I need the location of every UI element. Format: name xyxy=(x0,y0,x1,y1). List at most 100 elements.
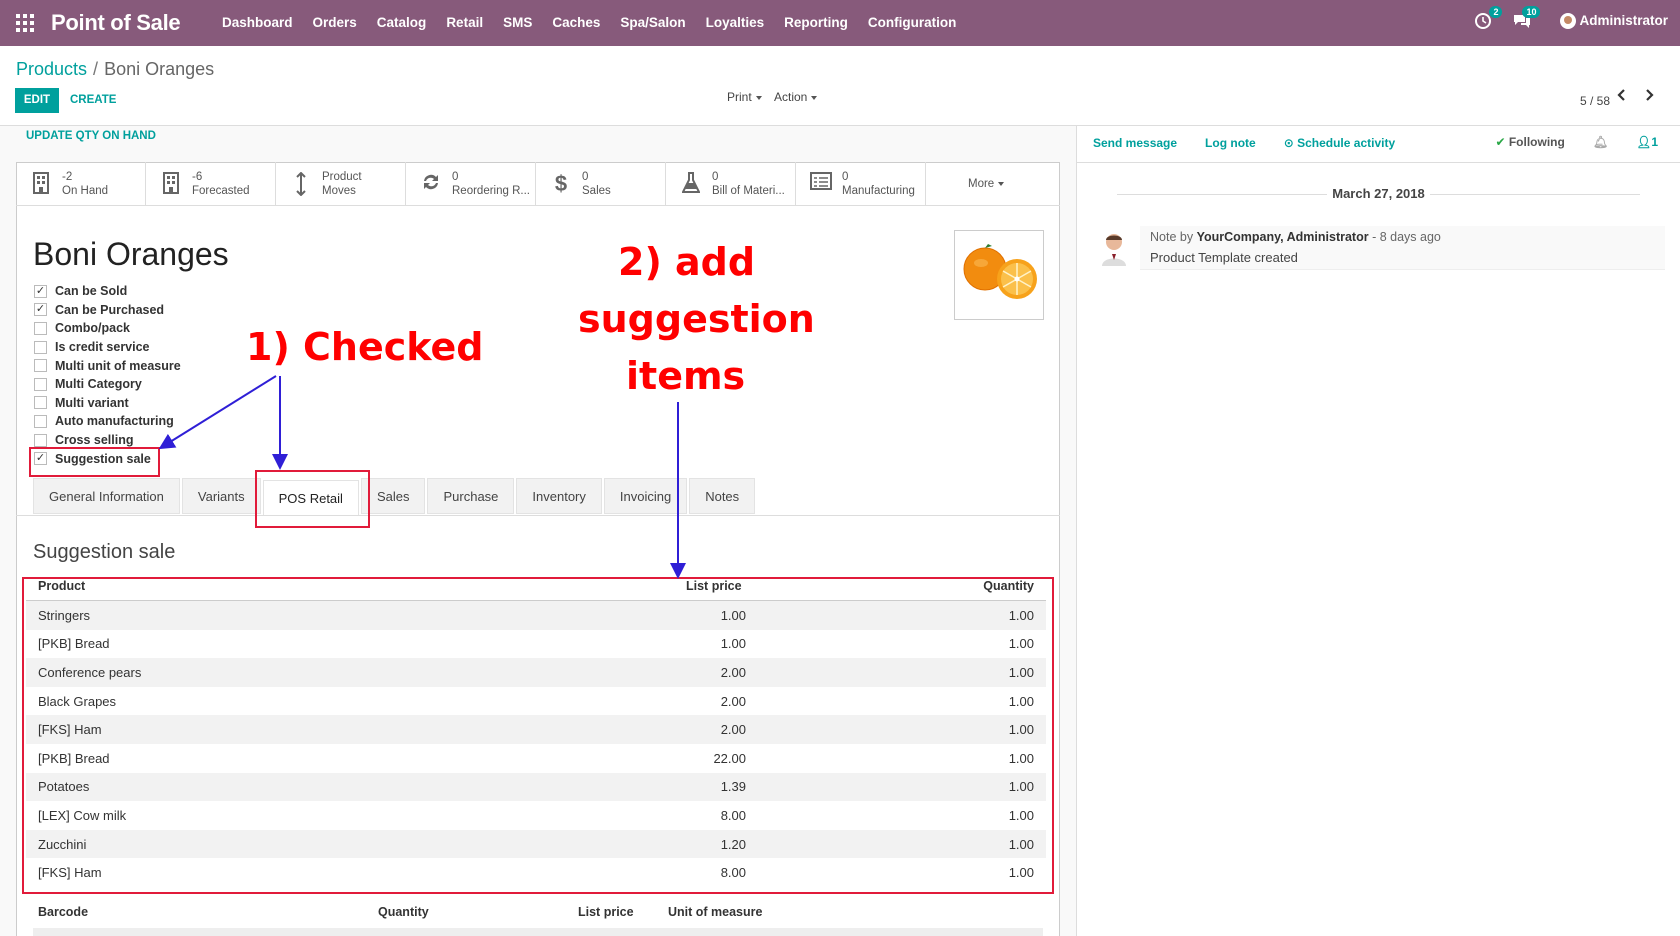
followers-button[interactable]: 👤︎1 xyxy=(1636,135,1658,149)
pager-value[interactable]: 5 / 58 xyxy=(1580,94,1610,108)
main-menu: Dashboard Orders Catalog Retail SMS Cach… xyxy=(222,15,976,30)
smart-button-product-moves[interactable]: Product Moves xyxy=(276,162,406,206)
header-bc-list-price[interactable]: List price xyxy=(578,905,648,919)
product-moves-line1: Product xyxy=(322,171,362,183)
smart-button-forecasted[interactable]: -6 Forecasted xyxy=(146,162,276,206)
smart-button-sales[interactable]: $ 0 Sales xyxy=(536,162,666,206)
dollar-icon: $ xyxy=(554,171,568,196)
smart-button-on-hand[interactable]: -2 On Hand xyxy=(16,162,146,206)
tab-invoicing[interactable]: Invoicing xyxy=(603,478,688,514)
menu-orders[interactable]: Orders xyxy=(313,15,357,30)
smart-buttons: -2 On Hand -6 Forecasted Product Moves 0 Reo… xyxy=(16,162,1060,206)
tab-inventory[interactable]: Inventory xyxy=(516,478,602,514)
checkbox-multi-category[interactable] xyxy=(34,377,47,391)
tab-purchase[interactable]: Purchase xyxy=(427,478,515,514)
flag-auto-manufacturing: Auto manufacturing xyxy=(34,412,181,431)
smart-button-more[interactable]: More xyxy=(926,162,1056,206)
send-message-button[interactable]: Send message xyxy=(1093,136,1177,150)
header-unit-of-measure[interactable]: Unit of measure xyxy=(648,905,848,919)
bell-icon[interactable]: 🔔︎ xyxy=(1593,135,1608,149)
pager-next-icon[interactable] xyxy=(1643,88,1655,106)
checkbox-combo-pack[interactable] xyxy=(34,321,47,335)
breadcrumb-separator: / xyxy=(93,59,99,79)
flag-can-be-sold: ✓ Can be Sold xyxy=(34,282,181,301)
user-icon: 👤︎ xyxy=(1636,135,1652,149)
edit-button[interactable]: EDIT xyxy=(15,88,59,113)
highlight-suggestion-sale xyxy=(29,447,160,477)
product-name[interactable]: Boni Oranges xyxy=(33,236,229,273)
activity-clock-icon[interactable]: 2 xyxy=(1474,6,1503,30)
pager-previous-icon[interactable] xyxy=(1616,88,1628,106)
reordering-label: Reordering R... xyxy=(452,185,530,197)
message-avatar[interactable] xyxy=(1099,230,1129,266)
product-image[interactable] xyxy=(954,230,1044,320)
tab-general-information[interactable]: General Information xyxy=(33,478,180,514)
flag-label: Multi variant xyxy=(55,395,129,410)
more-label: More xyxy=(968,178,995,190)
breadcrumb-current: Boni Oranges xyxy=(104,59,215,79)
menu-retail[interactable]: Retail xyxy=(446,15,483,30)
header-barcode[interactable]: Barcode xyxy=(33,905,378,919)
menu-loyalties[interactable]: Loyalties xyxy=(706,15,765,30)
tab-notes[interactable]: Notes xyxy=(689,478,756,514)
messages-comments-icon[interactable]: 10 xyxy=(1512,6,1541,30)
orange-image xyxy=(963,244,1037,299)
sales-value: 0 xyxy=(582,171,589,183)
user-name: Administrator xyxy=(1579,12,1668,28)
smart-button-bom[interactable]: 0 Bill of Materi... xyxy=(666,162,796,206)
menu-dashboard[interactable]: Dashboard xyxy=(222,15,293,30)
create-button[interactable]: CREATE xyxy=(70,88,116,113)
flag-label: Auto manufacturing xyxy=(55,414,174,429)
caret-down-icon xyxy=(811,95,818,100)
product-flags: ✓ Can be Sold ✓ Can be Purchased Combo/pac… xyxy=(34,282,181,468)
barcode-table-header: Barcode Quantity List price Unit of meas… xyxy=(33,905,1043,919)
menu-configuration[interactable]: Configuration xyxy=(868,15,956,30)
menu-reporting[interactable]: Reporting xyxy=(784,15,848,30)
on-hand-value: -2 xyxy=(62,171,73,183)
date-separator: March 27, 2018 xyxy=(1077,186,1680,201)
bom-value: 0 xyxy=(712,171,719,183)
user-avatar xyxy=(1560,13,1577,30)
building-icon xyxy=(160,172,182,196)
flask-icon xyxy=(680,172,702,196)
app-brand[interactable]: Point of Sale xyxy=(51,10,181,36)
menu-catalog[interactable]: Catalog xyxy=(377,15,427,30)
checkbox-multi-uom[interactable] xyxy=(34,359,47,373)
print-dropdown[interactable]: Print xyxy=(727,90,762,104)
checkbox-can-be-sold[interactable]: ✓ xyxy=(34,284,47,298)
form-tabs: General Information Variants POS Retail … xyxy=(33,478,757,516)
checkbox-credit-service[interactable] xyxy=(34,340,47,354)
checkbox-cross-selling[interactable] xyxy=(34,433,47,447)
building-icon xyxy=(30,172,52,196)
flag-label: Multi Category xyxy=(55,377,142,392)
message-author[interactable]: YourCompany, Administrator xyxy=(1197,230,1369,244)
tab-sales[interactable]: Sales xyxy=(360,478,426,514)
log-note-button[interactable]: Log note xyxy=(1205,136,1256,150)
flag-label: Cross selling xyxy=(55,433,134,448)
action-dropdown[interactable]: Action xyxy=(774,90,818,104)
print-label: Print xyxy=(727,90,752,104)
apps-grid-icon[interactable] xyxy=(16,14,34,32)
breadcrumb-products-link[interactable]: Products xyxy=(16,59,87,79)
menu-sms[interactable]: SMS xyxy=(503,15,532,30)
checkbox-auto-manufacturing[interactable] xyxy=(34,414,47,428)
smart-button-reordering[interactable]: 0 Reordering R... xyxy=(406,162,536,206)
checkbox-can-be-purchased[interactable]: ✓ xyxy=(34,303,47,317)
caret-down-icon xyxy=(998,182,1005,186)
schedule-activity-button[interactable]: ⊙ Schedule activity xyxy=(1284,136,1395,150)
tab-variants[interactable]: Variants xyxy=(181,478,261,514)
smart-button-manufacturing[interactable]: 0 Manufacturing xyxy=(796,162,926,206)
menu-caches[interactable]: Caches xyxy=(552,15,600,30)
manufacturing-value: 0 xyxy=(842,171,849,183)
user-menu[interactable]: Administrator xyxy=(1560,12,1668,30)
checkbox-multi-variant[interactable] xyxy=(34,396,47,410)
date-label: March 27, 2018 xyxy=(1332,186,1425,201)
message-count-badge: 10 xyxy=(1522,6,1541,18)
header-bc-quantity[interactable]: Quantity xyxy=(378,905,578,919)
flag-credit-service: Is credit service xyxy=(34,338,181,357)
message-time: - 8 days ago xyxy=(1372,230,1441,244)
following-button[interactable]: ✔ Following xyxy=(1495,135,1564,149)
update-qty-button[interactable]: UPDATE QTY ON HAND xyxy=(26,130,156,142)
menu-spa-salon[interactable]: Spa/Salon xyxy=(620,15,685,30)
action-label: Action xyxy=(774,90,808,104)
